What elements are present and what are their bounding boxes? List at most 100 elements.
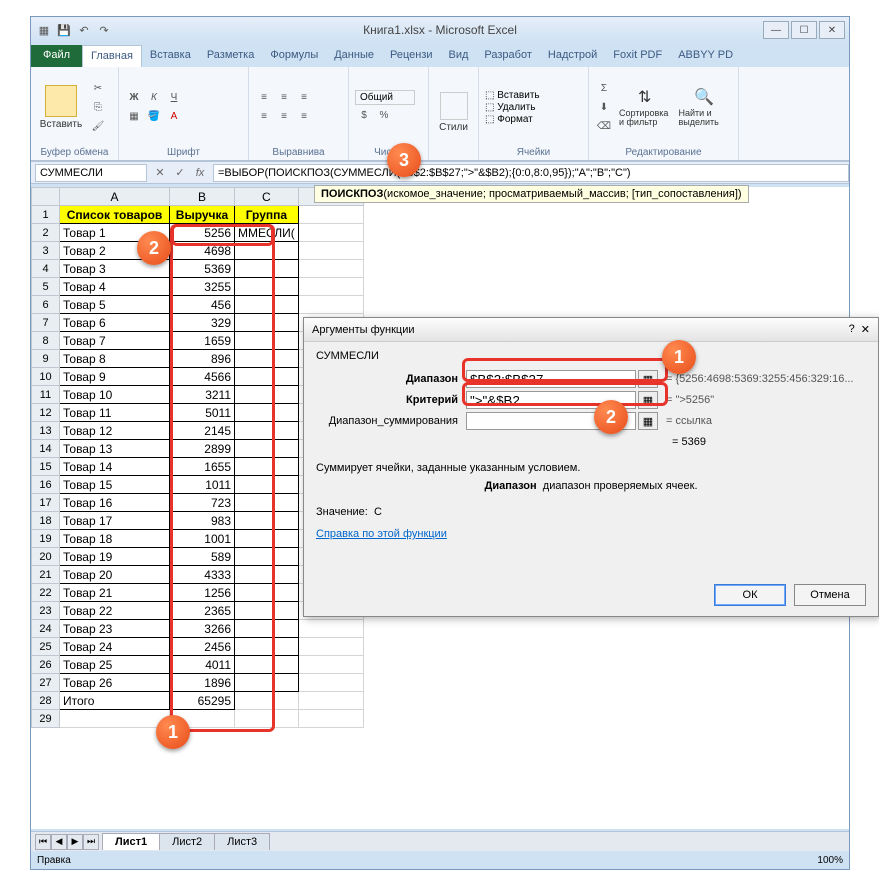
cell[interactable] [235,350,299,368]
dialog-help-icon[interactable]: ? [849,323,855,336]
row-header[interactable]: 22 [32,584,60,602]
cell[interactable] [298,656,363,674]
cell[interactable] [235,260,299,278]
cell[interactable]: Товар 26 [60,674,170,692]
cell[interactable] [298,692,363,710]
cell[interactable]: 2899 [170,440,235,458]
cell[interactable] [235,368,299,386]
formula-bar[interactable]: =ВЫБОР(ПОИСКПОЗ(СУММЕСЛИ($B$2:$B$27;">"&… [213,164,849,182]
arg-range-input[interactable] [466,370,636,388]
cell[interactable]: 1001 [170,530,235,548]
cell[interactable]: Товар 7 [60,332,170,350]
cell[interactable]: 65295 [170,692,235,710]
styles-button[interactable]: Стили [435,90,472,135]
paste-button[interactable]: Вставить [37,83,85,132]
row-header[interactable]: 24 [32,620,60,638]
cell[interactable]: 329 [170,314,235,332]
fx-icon[interactable]: fx [191,164,209,182]
underline-icon[interactable]: Ч [165,89,183,107]
cell[interactable]: Товар 20 [60,566,170,584]
cell[interactable] [235,476,299,494]
cell[interactable] [235,638,299,656]
name-box[interactable]: СУММЕСЛИ [35,164,147,182]
cells-insert-button[interactable]: ⬚ Вставить [485,90,540,101]
tab-view[interactable]: Вид [441,45,477,67]
row-header[interactable]: 8 [32,332,60,350]
row-header[interactable]: 23 [32,602,60,620]
cell[interactable]: 4698 [170,242,235,260]
row-header[interactable]: 13 [32,422,60,440]
cell[interactable] [235,440,299,458]
cell[interactable] [235,548,299,566]
cell[interactable]: Группа [235,206,299,224]
sheet-tab-2[interactable]: Лист2 [159,833,215,850]
cell[interactable]: Товар 22 [60,602,170,620]
find-select-button[interactable]: 🔍Найти и выделить [677,85,733,129]
number-format-select[interactable]: Общий [355,90,415,105]
cell[interactable]: Товар 6 [60,314,170,332]
tab-review[interactable]: Рецензи [382,45,441,67]
enter-formula-icon[interactable]: ✓ [171,164,189,182]
tab-addins[interactable]: Надстрой [540,45,605,67]
cell[interactable]: Товар 24 [60,638,170,656]
row-header[interactable]: 12 [32,404,60,422]
cell[interactable]: 2456 [170,638,235,656]
row-header[interactable]: 3 [32,242,60,260]
cell[interactable]: 1256 [170,584,235,602]
cell[interactable] [298,206,363,224]
cell[interactable]: 3266 [170,620,235,638]
cell[interactable] [298,710,363,728]
sheet-nav-next-icon[interactable]: ▶ [67,834,83,850]
row-header[interactable]: 25 [32,638,60,656]
cell[interactable]: 3255 [170,278,235,296]
cell[interactable] [298,638,363,656]
cell[interactable] [235,530,299,548]
col-header-b[interactable]: B [170,188,235,206]
cell[interactable]: 456 [170,296,235,314]
cell[interactable]: 5011 [170,404,235,422]
align-left-icon[interactable]: ≡ [255,108,273,126]
save-icon[interactable]: 💾 [55,21,73,39]
cell[interactable]: 4333 [170,566,235,584]
cell[interactable]: 4566 [170,368,235,386]
align-right-icon[interactable]: ≡ [295,108,313,126]
cell[interactable] [298,260,363,278]
row-header[interactable]: 21 [32,566,60,584]
font-color-icon[interactable]: A [165,108,183,126]
align-top-icon[interactable]: ≡ [255,89,273,107]
format-painter-icon[interactable]: 🖌 [89,117,107,135]
sheet-nav-last-icon[interactable]: ⏭ [83,834,99,850]
dialog-help-link[interactable]: Справка по этой функции [316,528,447,540]
row-header[interactable]: 16 [32,476,60,494]
cell[interactable]: Товар 5 [60,296,170,314]
close-button[interactable]: ✕ [819,21,845,39]
cell[interactable]: 983 [170,512,235,530]
sheet-tab-3[interactable]: Лист3 [214,833,270,850]
cell[interactable]: Товар 14 [60,458,170,476]
tab-layout[interactable]: Разметка [199,45,263,67]
cell[interactable]: 4011 [170,656,235,674]
cell[interactable]: Товар 9 [60,368,170,386]
col-header-c[interactable]: C [235,188,299,206]
cell[interactable]: 1896 [170,674,235,692]
zoom-level[interactable]: 100% [817,855,843,866]
file-tab[interactable]: Файл [31,45,82,67]
cell[interactable] [235,332,299,350]
sort-filter-button[interactable]: ⇅Сортировка и фильтр [617,85,673,129]
cell[interactable]: Товар 23 [60,620,170,638]
row-header[interactable]: 7 [32,314,60,332]
row-header[interactable]: 15 [32,458,60,476]
cell[interactable]: Товар 17 [60,512,170,530]
cell[interactable]: Итого [60,692,170,710]
cell[interactable] [235,674,299,692]
autosum-icon[interactable]: Σ [595,79,613,97]
cell[interactable]: Товар 21 [60,584,170,602]
cell[interactable] [235,242,299,260]
range-picker-icon[interactable]: ▦ [638,412,658,430]
align-mid-icon[interactable]: ≡ [275,89,293,107]
cancel-formula-icon[interactable]: ✕ [151,164,169,182]
cell[interactable]: Товар 25 [60,656,170,674]
cell[interactable] [235,458,299,476]
row-header[interactable]: 28 [32,692,60,710]
cell[interactable]: Товар 19 [60,548,170,566]
